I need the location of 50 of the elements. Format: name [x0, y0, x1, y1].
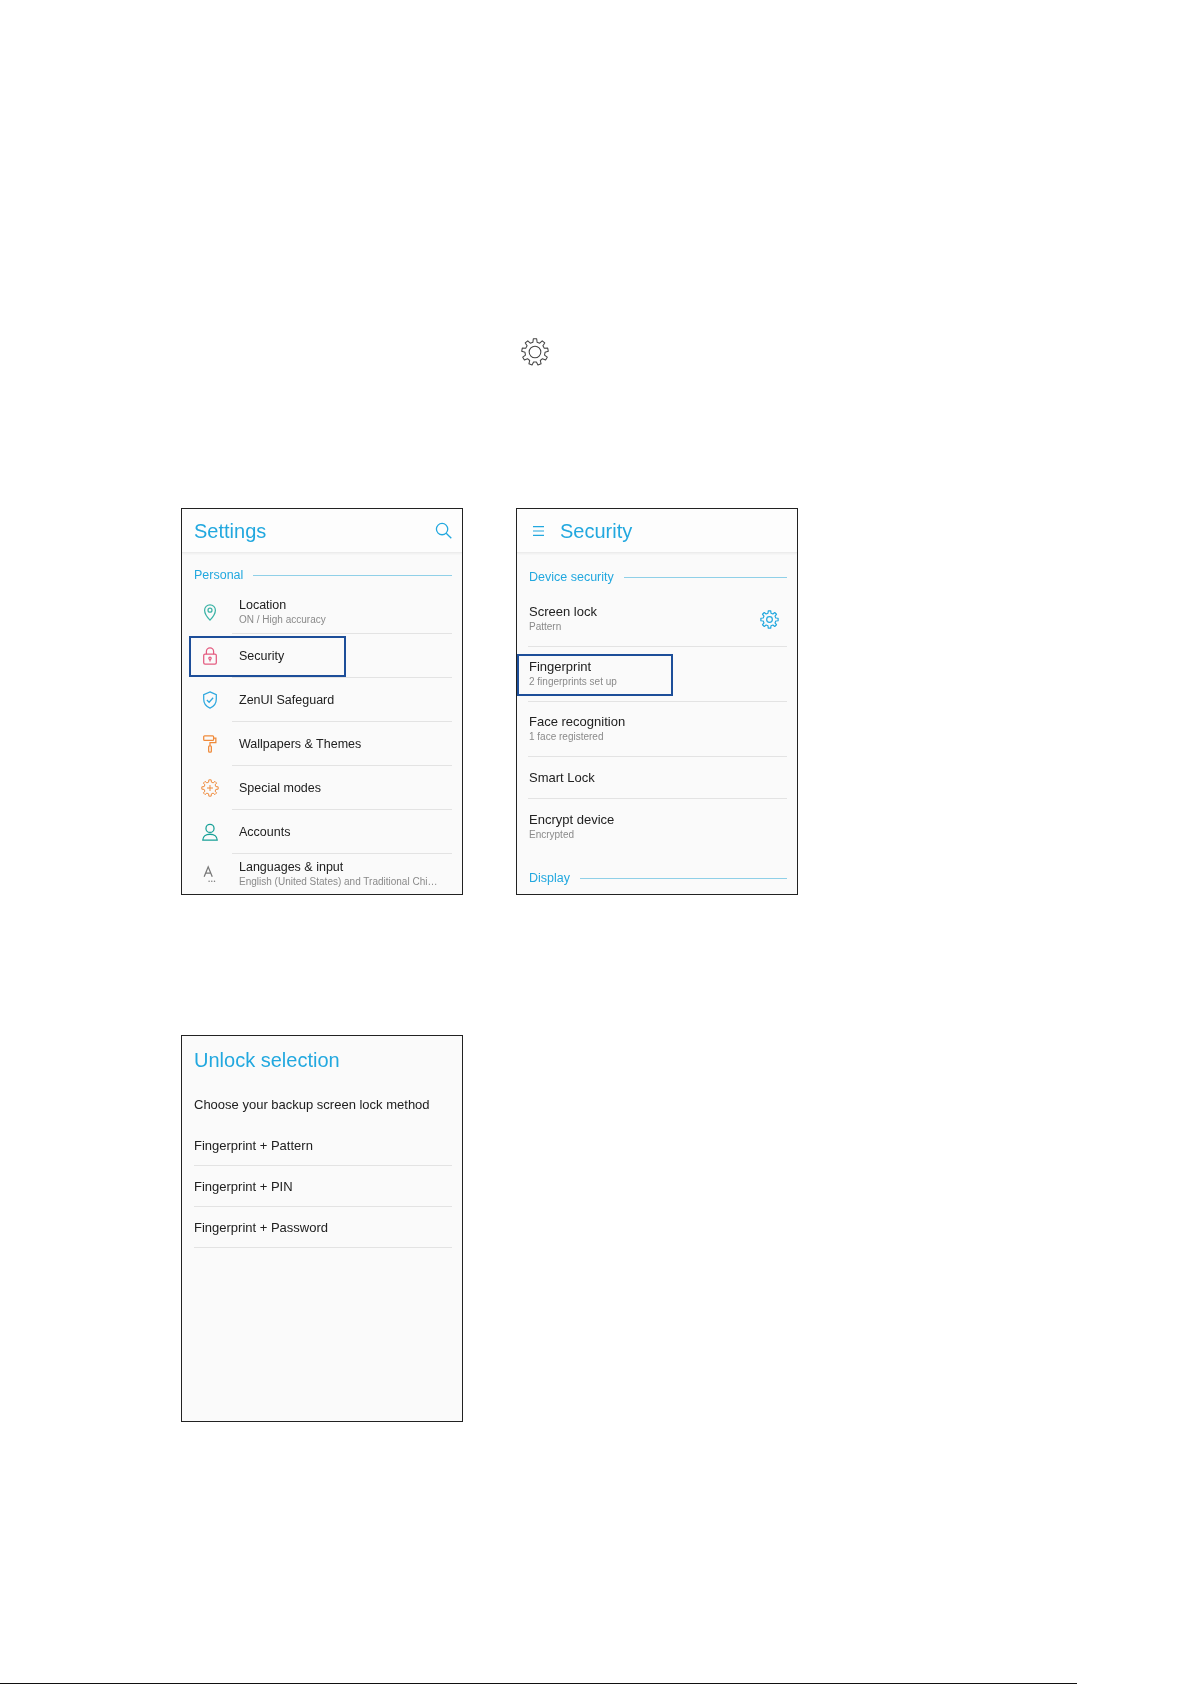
item-subtitle: 1 face registered: [529, 730, 605, 744]
item-title: Screen lock: [529, 604, 598, 620]
search-icon[interactable]: [435, 522, 452, 539]
option-item[interactable]: Fingerprint + PIN: [194, 1166, 452, 1207]
screen-title: Security: [560, 518, 633, 543]
item-title: ZenUI Safeguard: [239, 691, 336, 708]
screen-title: Unlock selection: [194, 1047, 340, 1072]
item-title: Encrypt device: [529, 811, 616, 828]
item-subtitle: ON / High accuracy: [239, 612, 327, 627]
gear-icon: [521, 338, 549, 366]
list-item[interactable]: Smart Lock: [528, 757, 787, 799]
item-title: Accounts: [239, 823, 292, 840]
prompt-text: Choose your backup screen lock method: [194, 1096, 430, 1112]
item-subtitle: English (United States) and Traditional Chi…: [239, 875, 439, 889]
item-title: Wallpapers & Themes: [239, 735, 363, 752]
list-item[interactable]: Wallpapers & Themes: [232, 722, 452, 766]
item-title: Location: [239, 596, 288, 613]
settings-icon[interactable]: [760, 609, 779, 629]
list-item[interactable]: Special modes: [232, 766, 452, 810]
item-title: Security: [239, 647, 286, 664]
item-title: Fingerprint: [529, 659, 593, 675]
option-item[interactable]: Fingerprint + Pattern: [194, 1125, 452, 1166]
location-pin-icon: [201, 603, 219, 621]
item-subtitle: 2 fingerprints set up: [529, 675, 618, 689]
option-item[interactable]: Fingerprint + Password: [194, 1207, 452, 1248]
item-title: Smart Lock: [529, 769, 596, 786]
shield-check-icon: [201, 691, 219, 709]
list-item[interactable]: Screen lock Pattern: [528, 592, 787, 647]
list-item[interactable]: Languages & input English (United States) and Traditional Chi…: [232, 854, 452, 894]
item-subtitle: Encrypted: [529, 827, 576, 842]
item-title: Languages & input: [239, 859, 345, 875]
section-label: Device security: [529, 570, 614, 585]
menu-icon[interactable]: [533, 525, 544, 536]
list-item[interactable]: Face recognition 1 face registered: [528, 702, 787, 757]
item-subtitle: Pattern: [529, 620, 563, 634]
screen-title: Settings: [194, 518, 267, 543]
padlock-icon: [201, 647, 219, 665]
list-item[interactable]: Security: [232, 634, 452, 678]
list-item[interactable]: Accounts: [232, 810, 452, 854]
list-item[interactable]: Location ON / High accuracy: [232, 590, 452, 634]
paint-roller-icon: [201, 735, 219, 753]
person-icon: [201, 823, 219, 841]
list-item[interactable]: Fingerprint 2 fingerprints set up: [528, 647, 787, 702]
list-item[interactable]: Encrypt device Encrypted: [528, 799, 787, 854]
list-item[interactable]: ZenUI Safeguard: [232, 678, 452, 722]
item-title: Special modes: [239, 779, 322, 796]
item-title: Face recognition: [529, 714, 627, 730]
gear-plus-icon: [201, 779, 219, 797]
section-label: Personal: [194, 567, 244, 583]
section-label: Display: [529, 871, 570, 886]
